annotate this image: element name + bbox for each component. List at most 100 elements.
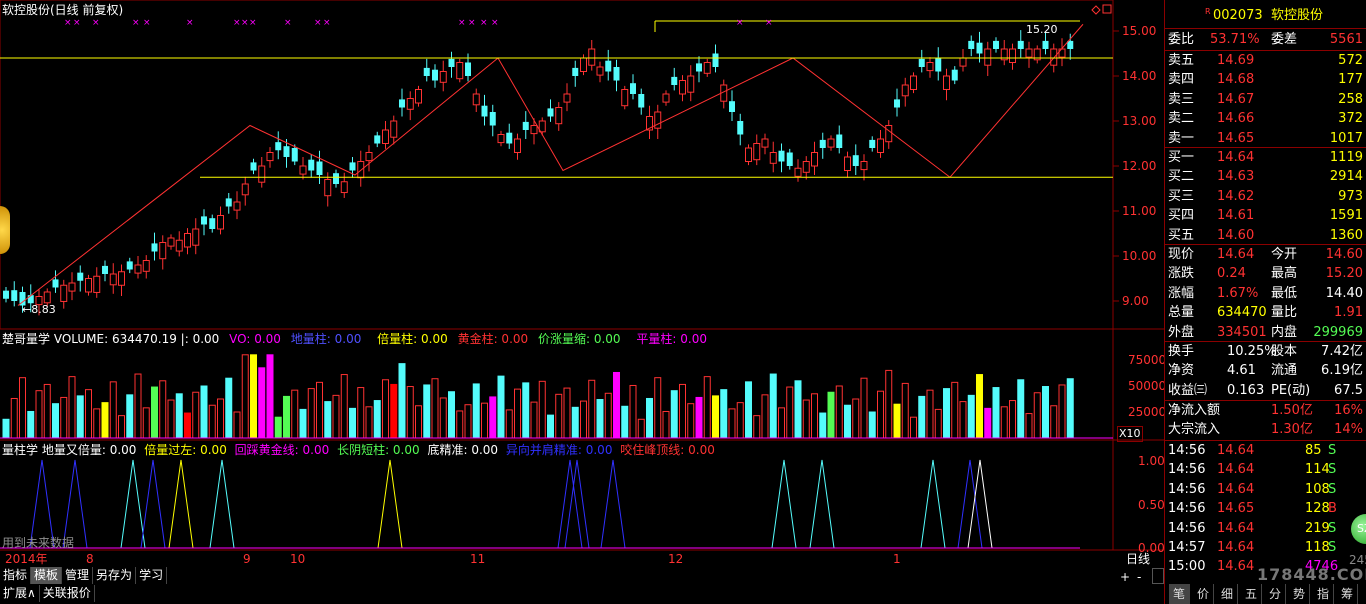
- right-tab[interactable]: 细: [1217, 584, 1238, 604]
- candle[interactable]: [769, 141, 777, 173]
- candle[interactable]: [646, 105, 653, 139]
- candle[interactable]: [134, 256, 142, 279]
- kline-chart[interactable]: × × × × × × × × × × × × × × × × × ×: [0, 0, 1164, 604]
- candle[interactable]: [1067, 33, 1074, 60]
- candle[interactable]: [729, 90, 735, 121]
- candle[interactable]: [836, 125, 843, 154]
- candle[interactable]: [654, 104, 662, 139]
- candle[interactable]: [869, 136, 876, 152]
- candle[interactable]: [506, 123, 513, 149]
- tab-template[interactable]: 模板: [31, 567, 63, 584]
- candle[interactable]: [918, 49, 925, 73]
- right-tab[interactable]: 分: [1265, 584, 1286, 604]
- candle[interactable]: [142, 255, 150, 279]
- candle[interactable]: [753, 134, 761, 166]
- candle[interactable]: [1017, 30, 1024, 58]
- candle[interactable]: [85, 274, 92, 296]
- candle[interactable]: [910, 72, 917, 94]
- candle[interactable]: [3, 287, 9, 303]
- candle[interactable]: [621, 85, 629, 110]
- right-tab[interactable]: 势: [1289, 584, 1310, 604]
- candle[interactable]: [926, 57, 934, 78]
- candle[interactable]: [877, 130, 884, 158]
- candle[interactable]: [844, 151, 851, 178]
- candle[interactable]: [530, 118, 538, 145]
- candle[interactable]: [175, 231, 183, 257]
- tab-save-as[interactable]: 另存为: [93, 567, 137, 584]
- candle[interactable]: [340, 172, 348, 198]
- candle[interactable]: [786, 148, 793, 170]
- candle[interactable]: [241, 176, 249, 206]
- candle[interactable]: [399, 88, 405, 117]
- candle[interactable]: [374, 131, 381, 148]
- tab-manage[interactable]: 管理: [62, 567, 94, 584]
- candle[interactable]: [77, 265, 84, 292]
- side-panel-toggle[interactable]: [0, 206, 10, 254]
- candle[interactable]: [250, 158, 257, 175]
- right-tab[interactable]: 筹: [1337, 584, 1358, 604]
- candle[interactable]: [696, 56, 702, 83]
- candle[interactable]: [497, 130, 505, 147]
- candle[interactable]: [93, 267, 101, 298]
- candle[interactable]: [184, 228, 191, 255]
- tab-expand[interactable]: 扩展∧: [0, 585, 40, 602]
- candle[interactable]: [802, 156, 810, 180]
- candle[interactable]: [514, 133, 521, 160]
- candle[interactable]: [109, 263, 117, 294]
- candle[interactable]: [596, 61, 604, 83]
- right-tab[interactable]: 指: [1313, 584, 1334, 604]
- candle[interactable]: [209, 214, 216, 233]
- candle[interactable]: [638, 88, 645, 115]
- candle[interactable]: [1000, 40, 1008, 66]
- maximize-icon[interactable]: [1102, 4, 1112, 14]
- candle[interactable]: [894, 88, 900, 117]
- candle[interactable]: [720, 79, 728, 109]
- candle[interactable]: [613, 59, 620, 92]
- candle[interactable]: [217, 206, 224, 235]
- right-tab[interactable]: 价: [1193, 584, 1214, 604]
- candle[interactable]: [448, 51, 455, 78]
- tab-learn[interactable]: 学习: [136, 567, 168, 584]
- candle[interactable]: [68, 272, 76, 301]
- candle[interactable]: [935, 47, 942, 81]
- candle[interactable]: [390, 115, 398, 145]
- candle[interactable]: [679, 75, 686, 102]
- candle[interactable]: [439, 60, 447, 92]
- candle[interactable]: [993, 37, 999, 53]
- candle[interactable]: [860, 154, 868, 181]
- right-tab[interactable]: 笔: [1169, 584, 1190, 604]
- candle[interactable]: [333, 169, 339, 188]
- tab-related-quote[interactable]: 关联报价: [40, 585, 95, 602]
- candle[interactable]: [811, 141, 818, 175]
- candle[interactable]: [1033, 45, 1041, 64]
- candle[interactable]: [60, 279, 68, 309]
- candle[interactable]: [737, 113, 744, 146]
- candle[interactable]: [11, 281, 18, 307]
- candle[interactable]: [159, 235, 167, 270]
- candle[interactable]: [201, 209, 207, 236]
- diamond-icon[interactable]: [1091, 5, 1101, 15]
- candle[interactable]: [52, 270, 59, 293]
- candle[interactable]: [308, 154, 315, 178]
- candle[interactable]: [547, 99, 554, 122]
- candle[interactable]: [151, 232, 158, 261]
- candle[interactable]: [968, 35, 975, 57]
- candle[interactable]: [703, 58, 711, 77]
- candle[interactable]: [794, 159, 802, 182]
- candle[interactable]: [671, 67, 678, 91]
- candle[interactable]: [563, 83, 571, 112]
- candle[interactable]: [233, 191, 241, 220]
- candle[interactable]: [1025, 41, 1033, 68]
- candle[interactable]: [1009, 43, 1016, 70]
- candle[interactable]: [630, 74, 636, 100]
- candle[interactable]: [984, 41, 992, 76]
- zoom-in-button[interactable]: +: [1120, 570, 1130, 584]
- candle[interactable]: [572, 60, 579, 87]
- candle[interactable]: [819, 132, 826, 159]
- candle[interactable]: [316, 150, 323, 184]
- candle[interactable]: [423, 58, 430, 82]
- candle[interactable]: [885, 120, 893, 149]
- candle[interactable]: [951, 66, 958, 85]
- candle[interactable]: [192, 218, 200, 255]
- candle[interactable]: [258, 157, 266, 188]
